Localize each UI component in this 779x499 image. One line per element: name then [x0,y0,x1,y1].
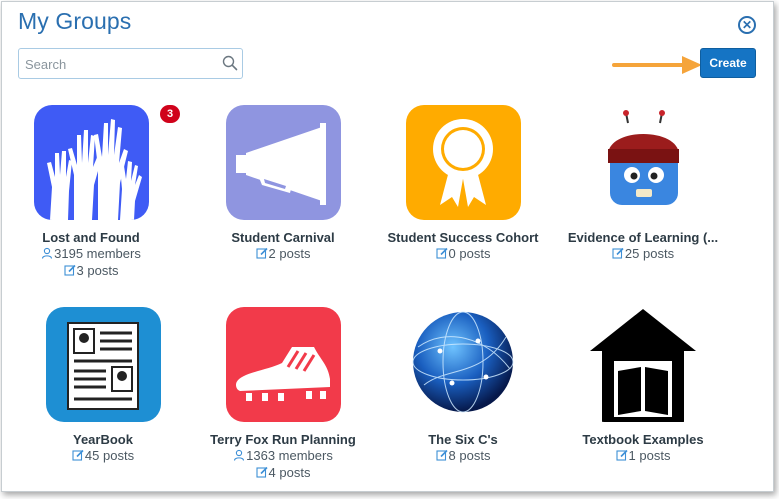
posts-count: 3 posts [76,263,119,278]
group-tile-student-success-cohort[interactable]: Student Success Cohort 0 posts [383,105,543,262]
group-tile-student-carnival[interactable]: Student Carnival 2 posts [203,105,363,262]
award-ribbon-icon[interactable] [405,105,521,220]
posts-count: 2 posts [268,246,311,261]
group-posts: 1 posts [563,448,723,464]
edit-icon [63,264,76,276]
group-tile-evidence-of-learning[interactable]: Evidence of Learning (... 25 posts [563,105,723,262]
posts-count: 45 posts [84,448,135,463]
group-posts: 2 posts [203,246,363,262]
group-posts: 25 posts [563,246,723,262]
book-house-icon[interactable] [586,307,701,422]
raised-hands-icon[interactable] [33,105,149,220]
group-posts: 3 posts [11,263,171,279]
group-name[interactable]: Lost and Found [11,230,171,245]
toque-monster-icon[interactable] [586,105,701,220]
edit-icon [435,449,448,461]
group-members: 3195 members [11,246,171,262]
group-members: 1363 members [203,448,363,464]
posts-count: 8 posts [448,448,491,463]
group-tile-textbook-examples[interactable]: Textbook Examples 1 posts [563,307,723,464]
edit-icon [255,247,268,259]
edit-icon [255,466,268,478]
page-title: My Groups [18,8,132,34]
close-icon[interactable]: ✕ [738,16,756,34]
posts-count: 0 posts [448,246,491,261]
group-posts: 4 posts [203,465,363,481]
edit-icon [72,449,84,461]
posts-count: 1 posts [628,448,671,463]
user-icon [234,449,245,461]
create-button[interactable]: Create [700,48,756,78]
edit-icon [612,247,624,259]
group-name[interactable]: Textbook Examples [563,432,723,447]
group-posts: 8 posts [383,448,543,464]
group-posts: 0 posts [383,246,543,262]
group-name[interactable]: Student Carnival [203,230,363,245]
group-posts: 45 posts [23,448,183,464]
group-name[interactable]: Student Success Cohort [383,230,543,245]
user-icon [42,247,53,259]
group-name[interactable]: Terry Fox Run Planning [203,432,363,447]
group-name[interactable]: Evidence of Learning (... [563,230,723,245]
megaphone-icon[interactable] [225,105,341,220]
yearbook-page-icon[interactable] [45,307,161,422]
group-tile-lost-and-found[interactable]: 3 Lost and Found 3195 members 3 posts [11,105,180,279]
group-name[interactable]: YearBook [23,432,183,447]
running-shoe-icon[interactable] [225,307,341,422]
my-groups-panel: My Groups ✕ Create 3 Lost and Found [1,1,774,492]
members-count: 3195 members [54,246,141,261]
posts-count: 25 posts [624,246,675,261]
group-tile-the-six-cs[interactable]: The Six C's 8 posts [383,307,543,464]
edit-icon [435,247,448,259]
search-input[interactable] [25,55,215,73]
group-tile-yearbook[interactable]: YearBook 45 posts [23,307,183,464]
globe-network-icon[interactable] [406,307,521,422]
search-box [18,48,243,79]
search-icon[interactable] [222,55,238,71]
members-count: 1363 members [246,448,333,463]
posts-count: 4 posts [268,465,311,480]
notification-badge: 3 [160,105,180,123]
group-name[interactable]: The Six C's [383,432,543,447]
edit-icon [615,449,628,461]
group-tile-terry-fox-run-planning[interactable]: Terry Fox Run Planning 1363 members 4 po… [203,307,363,481]
arrow-annotation-icon [612,56,702,74]
